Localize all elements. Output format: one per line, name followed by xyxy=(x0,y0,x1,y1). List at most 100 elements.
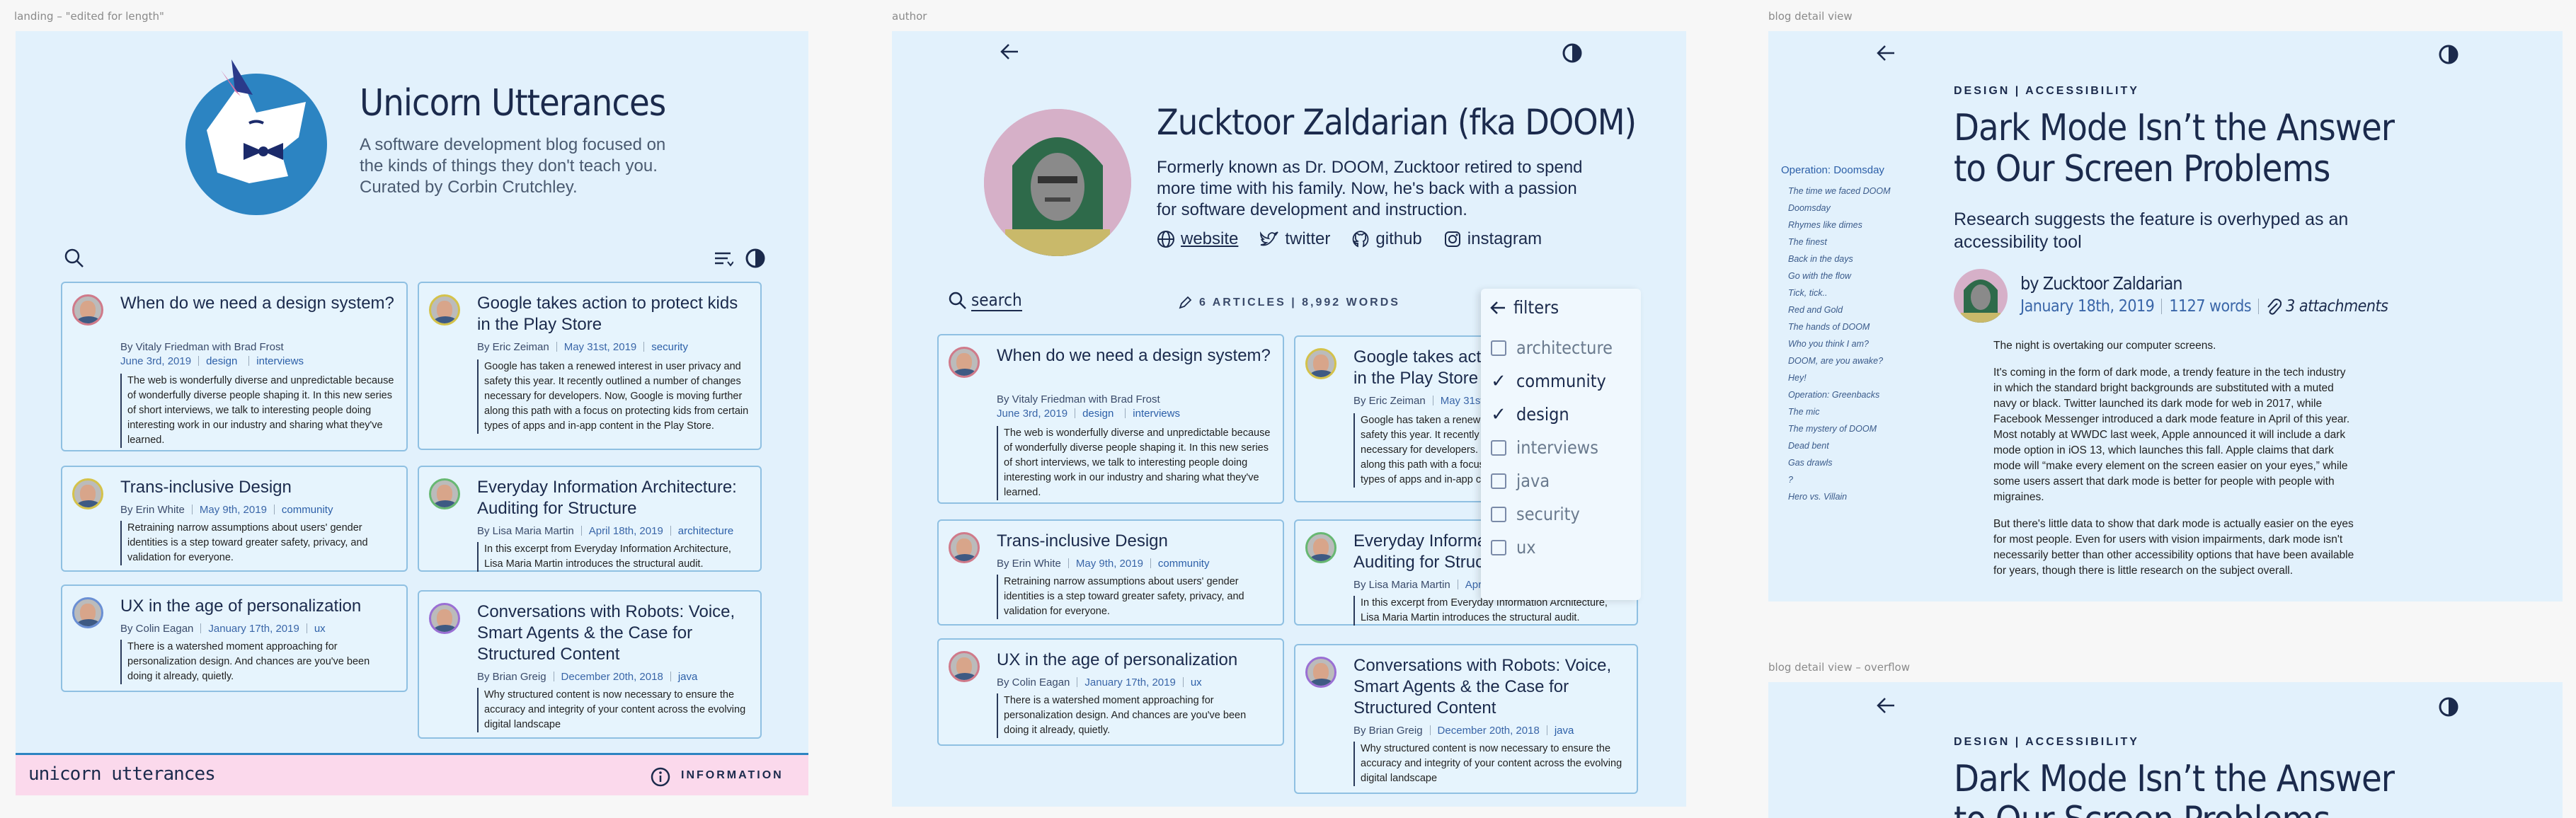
instagram-link-label[interactable]: instagram xyxy=(1467,229,1542,249)
checkmark-icon[interactable]: ✓ xyxy=(1491,370,1506,392)
author-profile-avatar xyxy=(984,109,1131,256)
twitter-link-label[interactable]: twitter xyxy=(1285,229,1330,249)
website-link[interactable]: website xyxy=(1157,229,1238,249)
post-card[interactable]: Conversations with Robots: Voice, Smart … xyxy=(1294,644,1638,794)
post-card[interactable]: Google takes action to protect kids in t… xyxy=(418,282,762,450)
checkbox-unchecked[interactable] xyxy=(1491,439,1506,456)
toc-item[interactable]: Doomsday xyxy=(1788,203,1923,213)
toc-item[interactable]: DOOM, are you awake? xyxy=(1788,356,1923,366)
post-tag[interactable]: interviews xyxy=(1133,408,1180,420)
post-card[interactable]: UX in the age of personalization By Coli… xyxy=(937,638,1284,746)
checkbox-unchecked[interactable] xyxy=(1491,340,1506,356)
toc-item[interactable]: Tick, tick.. xyxy=(1788,288,1923,298)
post-meta: January 18th, 2019 1127 words 3 attachme… xyxy=(2020,297,2388,316)
post-title[interactable]: Google takes action to protect kids in t… xyxy=(477,293,750,335)
post-card[interactable]: Trans-inclusive Design By Erin White May … xyxy=(61,466,408,572)
post-title[interactable]: Conversations with Robots: Voice, Smart … xyxy=(477,601,750,665)
post-excerpt: There is a watershed moment approaching … xyxy=(120,640,395,684)
search-field[interactable]: search xyxy=(949,290,1022,311)
toc-item[interactable]: Operation: Greenbacks xyxy=(1788,390,1923,400)
filters-header[interactable]: filters xyxy=(1489,297,1559,318)
filter-icon[interactable] xyxy=(714,250,734,271)
footer-brand[interactable]: unicorn utterances xyxy=(28,764,216,785)
twitter-link[interactable]: twitter xyxy=(1259,229,1330,249)
post-card[interactable]: Trans-inclusive Design By Erin White May … xyxy=(937,519,1284,626)
checkmark-icon[interactable]: ✓ xyxy=(1491,403,1506,425)
dark-mode-toggle-icon[interactable] xyxy=(2438,44,2459,69)
search-placeholder[interactable]: search xyxy=(971,290,1022,311)
toc-item[interactable]: The finest xyxy=(1788,237,1923,247)
post-title[interactable]: Conversations with Robots: Voice, Smart … xyxy=(1353,655,1627,719)
post-tag[interactable]: java xyxy=(678,671,698,683)
post-card[interactable]: When do we need a design system? By Vita… xyxy=(61,282,408,451)
toc-item[interactable]: Who you think I am? xyxy=(1788,339,1923,349)
post-card[interactable]: Everyday Information Architecture: Audit… xyxy=(418,466,762,572)
toc-item[interactable]: Dead bent xyxy=(1788,441,1923,451)
filter-option-community[interactable]: ✓ community xyxy=(1491,364,1632,398)
author-avatar[interactable] xyxy=(1954,269,2008,323)
toc-item[interactable]: Hero vs. Villain xyxy=(1788,492,1923,502)
article-stats-text: 6 ARTICLES | 8,992 WORDS xyxy=(1199,296,1400,309)
toc-title[interactable]: Operation: Doomsday xyxy=(1781,164,1923,176)
post-tag[interactable]: java xyxy=(1555,725,1574,737)
search-icon[interactable] xyxy=(64,248,85,272)
post-card[interactable]: Conversations with Robots: Voice, Smart … xyxy=(418,590,762,739)
toc-item[interactable]: Back in the days xyxy=(1788,254,1923,264)
toc-item[interactable]: The hands of DOOM xyxy=(1788,322,1923,332)
toc-item[interactable]: Hey! xyxy=(1788,373,1923,383)
attachments-label[interactable]: 3 attachments xyxy=(2286,297,2388,316)
post-tag[interactable]: community xyxy=(1158,558,1210,570)
instagram-link[interactable]: instagram xyxy=(1443,229,1542,249)
post-title[interactable]: UX in the age of personalization xyxy=(120,596,396,617)
toc-item[interactable]: Red and Gold xyxy=(1788,305,1923,315)
checkbox-unchecked[interactable] xyxy=(1491,506,1506,522)
post-tag[interactable]: design xyxy=(1082,408,1114,420)
filter-option-ux[interactable]: ux xyxy=(1491,531,1632,564)
back-arrow-icon[interactable] xyxy=(1876,696,1896,718)
filter-option-security[interactable]: security xyxy=(1491,497,1632,531)
author-avatar xyxy=(429,603,460,634)
post-byline[interactable]: by Zucktoor Zaldarian xyxy=(2020,273,2183,294)
filter-option-design[interactable]: ✓ design xyxy=(1491,398,1632,431)
checkbox-unchecked[interactable] xyxy=(1491,473,1506,489)
filter-option-java[interactable]: java xyxy=(1491,464,1632,497)
back-arrow-icon[interactable] xyxy=(1876,44,1896,66)
website-link-label[interactable]: website xyxy=(1181,229,1238,249)
dark-mode-toggle-icon[interactable] xyxy=(1562,42,1583,67)
toc-item[interactable]: Rhymes like dimes xyxy=(1788,220,1923,230)
toc-item[interactable]: ? xyxy=(1788,475,1923,485)
post-tag[interactable]: architecture xyxy=(678,525,733,537)
post-tag[interactable]: design xyxy=(206,355,237,367)
back-arrow-icon[interactable] xyxy=(1000,42,1019,64)
attachments-link[interactable]: 3 attachments xyxy=(2266,297,2388,316)
post-title[interactable]: Trans-inclusive Design xyxy=(120,477,396,498)
post-title[interactable]: UX in the age of personalization xyxy=(997,650,1273,671)
post-tag[interactable]: ux xyxy=(314,623,326,635)
toc-item[interactable]: Go with the flow xyxy=(1788,271,1923,281)
post-title[interactable]: Everyday Information Architecture: Audit… xyxy=(477,477,750,519)
filter-option-interviews[interactable]: interviews xyxy=(1491,431,1632,464)
post-tag[interactable]: community xyxy=(282,504,333,516)
github-link[interactable]: github xyxy=(1351,229,1422,249)
post-meta: By Erin White May 9th, 2019 community xyxy=(120,504,337,516)
post-tag[interactable]: interviews xyxy=(256,355,304,367)
info-icon[interactable] xyxy=(650,766,671,791)
post-tag[interactable]: ux xyxy=(1191,676,1202,689)
post-body: The night is overtaking our computer scr… xyxy=(1993,338,2354,579)
post-title[interactable]: When do we need a design system? xyxy=(997,345,1273,367)
dark-mode-toggle-icon[interactable] xyxy=(745,248,766,272)
post-title[interactable]: Trans-inclusive Design xyxy=(997,531,1273,552)
post-tag[interactable]: security xyxy=(651,341,688,353)
footer-info-link[interactable]: INFORMATION xyxy=(681,769,784,782)
dark-mode-toggle-icon[interactable] xyxy=(2438,696,2459,721)
github-link-label[interactable]: github xyxy=(1375,229,1421,249)
toc-item[interactable]: The mystery of DOOM xyxy=(1788,424,1923,434)
post-card[interactable]: When do we need a design system? By Vita… xyxy=(937,334,1284,504)
checkbox-unchecked[interactable] xyxy=(1491,539,1506,555)
toc-item[interactable]: Gas drawls xyxy=(1788,458,1923,468)
post-title[interactable]: When do we need a design system? xyxy=(120,293,396,314)
toc-item[interactable]: The time we faced DOOM xyxy=(1788,186,1923,196)
toc-item[interactable]: The mic xyxy=(1788,407,1923,417)
post-card[interactable]: UX in the age of personalization By Coli… xyxy=(61,584,408,692)
filter-option-architecture[interactable]: architecture xyxy=(1491,331,1632,364)
